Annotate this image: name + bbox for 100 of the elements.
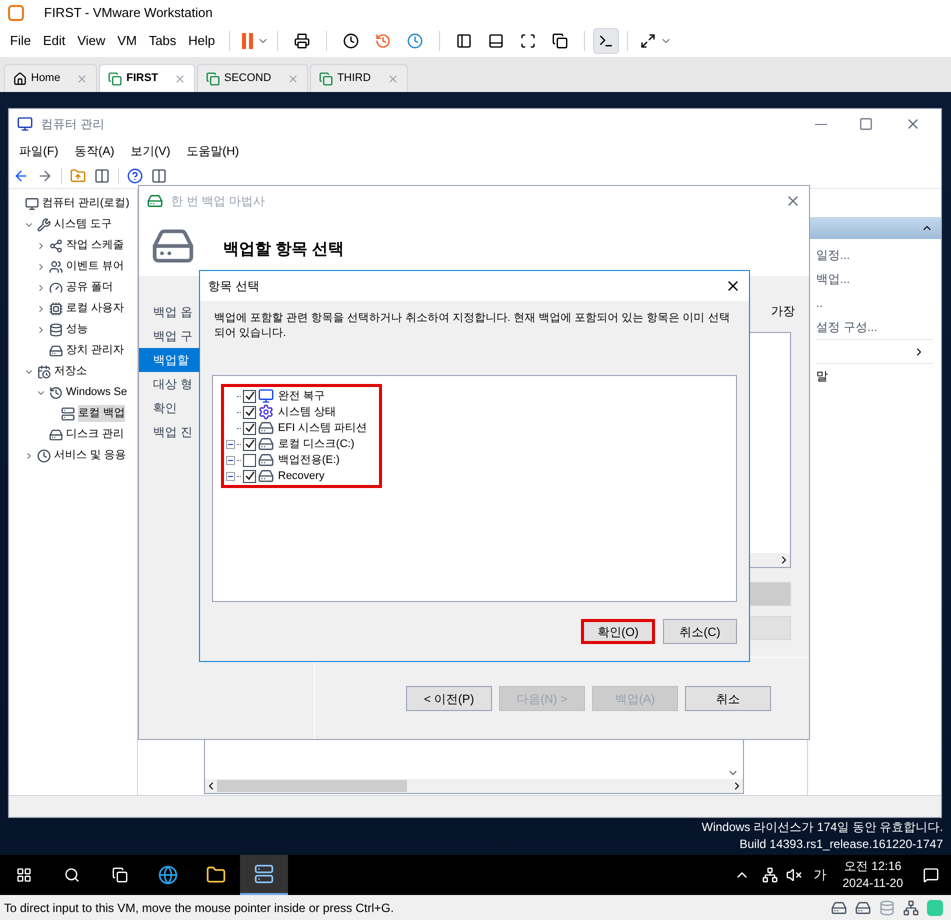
- tree-item[interactable]: 로컬 백업: [78, 405, 126, 422]
- tree-item[interactable]: 작업 스케줄: [66, 237, 124, 254]
- tree-item[interactable]: Windows Se: [66, 384, 128, 401]
- menu-item[interactable]: 파일(F): [13, 142, 64, 160]
- tree-item[interactable]: 컴퓨터 관리(로컬): [42, 195, 130, 212]
- history-icon: [49, 386, 63, 400]
- drive-icon: [49, 428, 63, 442]
- checkbox[interactable]: [243, 438, 256, 450]
- clock[interactable]: 오전 12:16 2024-11-20: [842, 858, 903, 892]
- close-icon: [174, 72, 186, 84]
- close-icon: [386, 72, 399, 84]
- tree-item[interactable]: 로컬 사용자: [66, 300, 124, 317]
- wizard-button[interactable]: < 이전(P): [406, 686, 492, 711]
- license-text: Windows 라이선스가 174일 동안 유효합니다.: [702, 819, 943, 836]
- console-button[interactable]: [593, 28, 620, 54]
- computer-icon: [25, 196, 39, 210]
- action-link[interactable]: 설정 구성...: [816, 315, 941, 339]
- checkbox[interactable]: [243, 470, 256, 482]
- dialog-button[interactable]: 취소(C): [663, 619, 737, 644]
- tree-item[interactable]: 성능: [66, 321, 88, 338]
- help-icon: [127, 168, 143, 184]
- tree-item[interactable]: Recovery: [278, 468, 324, 484]
- tab[interactable]: Home: [4, 64, 98, 92]
- sidebar-icon: [456, 33, 472, 49]
- menu-item[interactable]: Help: [182, 31, 222, 51]
- drive-icon: [855, 900, 871, 916]
- computer-icon: [17, 116, 33, 132]
- clock-icon: [37, 364, 51, 378]
- chip-icon: [49, 302, 63, 316]
- forward-icon: [37, 168, 53, 184]
- tab[interactable]: FIRST: [99, 64, 196, 92]
- wizard-heading: 백업할 항목 선택: [223, 240, 344, 260]
- dialog-button[interactable]: 확인(O): [581, 619, 655, 644]
- ime-indicator[interactable]: 가: [814, 865, 826, 885]
- drive-icon: [258, 468, 274, 484]
- menu-item[interactable]: View: [71, 31, 112, 51]
- drive-icon: [831, 900, 847, 916]
- expand-icon[interactable]: [226, 472, 235, 480]
- tab[interactable]: THIRD: [310, 64, 408, 92]
- database-icon: [49, 322, 63, 336]
- maximize-icon: [859, 117, 873, 131]
- menu-item[interactable]: 도움말(H): [180, 142, 245, 160]
- tree-item[interactable]: 공유 폴더: [66, 279, 114, 296]
- clock-icon: [37, 448, 51, 462]
- folder-glyph-icon: [206, 865, 226, 885]
- action-link[interactable]: 백업...: [816, 267, 941, 291]
- folder-up-icon: [70, 168, 86, 184]
- wizard-button[interactable]: 취소: [685, 686, 771, 711]
- close-icon: [287, 72, 300, 84]
- wizard-step: 확인: [139, 396, 199, 420]
- windows-logo-icon: [16, 867, 32, 883]
- checkbox[interactable]: [243, 454, 256, 466]
- tree-item[interactable]: 백업전용(E:): [278, 452, 340, 468]
- drive-icon: [49, 344, 63, 358]
- horizontal-scrollbar[interactable]: [205, 779, 743, 793]
- server-icon: [61, 406, 75, 420]
- expand-icon[interactable]: [226, 456, 235, 464]
- tree-item[interactable]: 시스템 상태: [278, 404, 336, 420]
- tree-item[interactable]: 저장소: [54, 363, 87, 380]
- menu-item[interactable]: Edit: [36, 31, 72, 51]
- tree-item[interactable]: 서비스 및 응용: [54, 447, 126, 464]
- wizard-step: 백업할: [139, 348, 199, 372]
- gauge-icon: [49, 280, 63, 294]
- description-text: 가장: [771, 303, 795, 320]
- checkbox[interactable]: [243, 422, 256, 434]
- server-manager-icon[interactable]: [240, 855, 288, 895]
- window-title: 한 번 백업 마법사: [171, 193, 266, 210]
- tree-item[interactable]: 이벤트 뷰어: [66, 258, 124, 275]
- window-title: FIRST - VMware Workstation: [44, 4, 213, 22]
- menu-item[interactable]: Tabs: [142, 31, 182, 51]
- tree-item[interactable]: EFI 시스템 파티션: [278, 420, 368, 436]
- window-title: 컴퓨터 관리: [41, 116, 104, 133]
- description-text: 백업에 포함할 관련 항목을 선택하거나 취소하여 지정합니다. 현재 백업에 포함되어 있는 항목은 이미 선택 되어 있습니다.: [213, 311, 731, 341]
- menu-item[interactable]: File: [4, 31, 37, 51]
- expand-icon[interactable]: [226, 440, 235, 448]
- build-text: Build 14393.rs1_release.161220-1747: [740, 836, 943, 853]
- dialog-title: 항목 선택: [208, 278, 260, 295]
- snapshot-icon: [343, 33, 360, 49]
- menu-item[interactable]: 보기(V): [124, 142, 176, 160]
- tree-item[interactable]: 장치 관리자: [66, 342, 124, 359]
- drive-icon: [258, 436, 274, 452]
- checkbox[interactable]: [243, 390, 256, 402]
- tree-item[interactable]: 완전 복구: [278, 388, 326, 404]
- wrench-icon: [37, 218, 51, 232]
- tree-item[interactable]: 시스템 도구: [54, 216, 112, 233]
- share-icon: [49, 238, 63, 252]
- action-link[interactable]: ..: [816, 291, 941, 315]
- pause-icon[interactable]: [242, 33, 254, 49]
- tree-item[interactable]: 디스크 관리: [66, 426, 124, 443]
- gear-icon: [258, 404, 274, 420]
- revert-icon: [375, 33, 392, 49]
- menu-item[interactable]: VM: [111, 31, 143, 51]
- home-icon: [13, 72, 27, 86]
- menu-item[interactable]: 동작(A): [68, 142, 120, 160]
- checkbox[interactable]: [243, 406, 256, 418]
- action-link[interactable]: 일정...: [816, 243, 941, 267]
- tab[interactable]: SECOND: [197, 64, 308, 92]
- computer-icon: [258, 388, 274, 404]
- action-link[interactable]: 말: [816, 363, 933, 387]
- tree-item[interactable]: 로컬 디스크(C:): [278, 436, 354, 452]
